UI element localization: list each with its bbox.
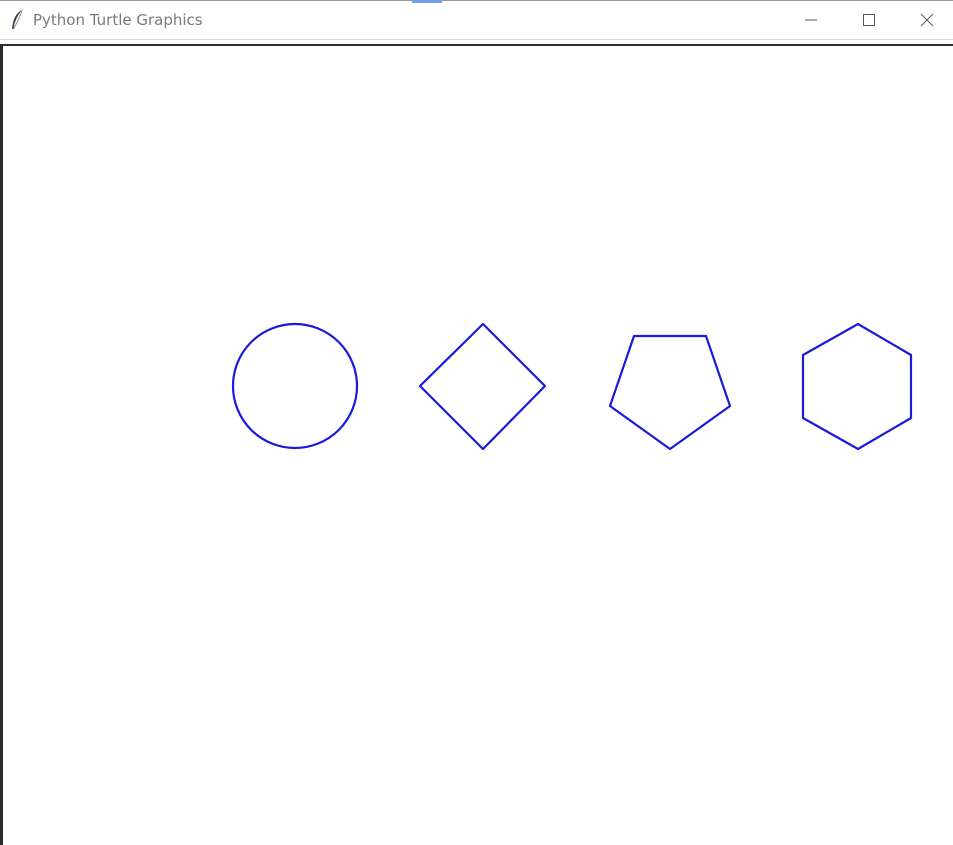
maximize-icon: [863, 14, 875, 26]
circle-shape: [231, 322, 359, 450]
minimize-button[interactable]: [782, 0, 840, 40]
feather-icon: [12, 9, 23, 30]
window-title: Python Turtle Graphics: [33, 11, 203, 29]
drawing-surface: [231, 322, 913, 451]
title-bar[interactable]: Python Turtle Graphics: [0, 0, 953, 40]
minimize-icon: [805, 19, 817, 21]
taskbar-peek: [412, 0, 442, 3]
close-icon: [920, 13, 934, 27]
close-button[interactable]: [898, 0, 953, 40]
turtle-window: Python Turtle Graphics: [0, 0, 953, 845]
square-shape: [418, 322, 547, 451]
turtle-canvas[interactable]: [0, 44, 953, 845]
pentagon-shape: [608, 334, 732, 451]
maximize-button[interactable]: [840, 0, 898, 40]
hexagon-shape: [801, 322, 913, 451]
